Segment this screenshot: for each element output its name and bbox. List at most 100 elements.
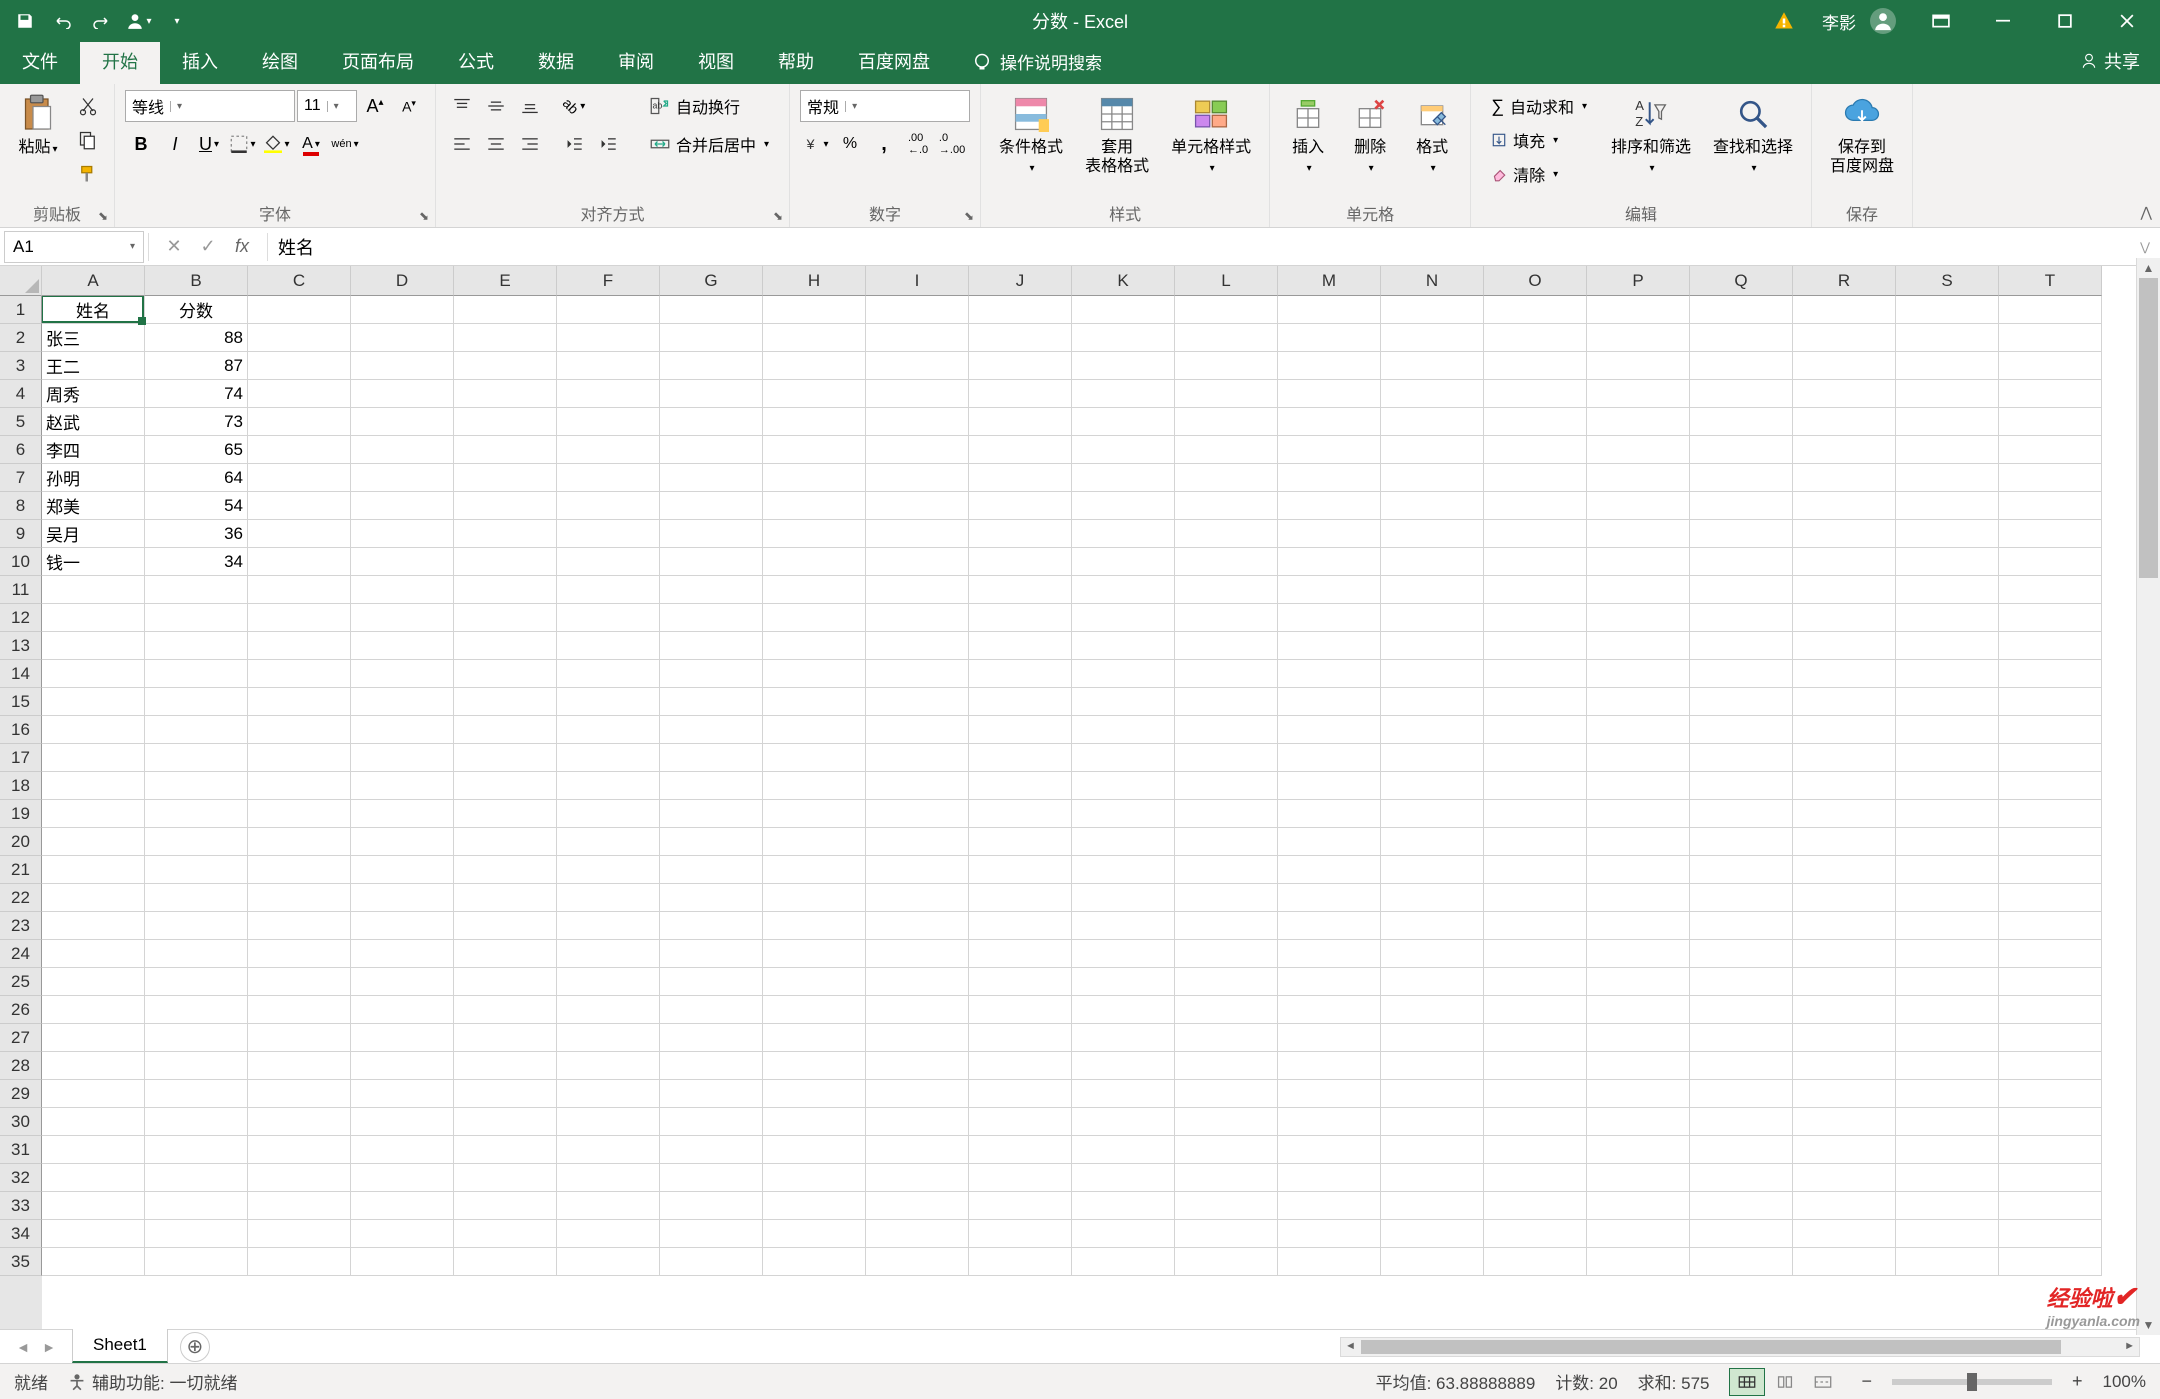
cell-F32[interactable] xyxy=(557,1164,660,1192)
cell-S15[interactable] xyxy=(1896,688,1999,716)
cell-J10[interactable] xyxy=(969,548,1072,576)
cell-P7[interactable] xyxy=(1587,464,1690,492)
cell-T11[interactable] xyxy=(1999,576,2102,604)
row-header-7[interactable]: 7 xyxy=(0,464,42,492)
cell-P31[interactable] xyxy=(1587,1136,1690,1164)
copy-icon[interactable] xyxy=(72,124,104,156)
cell-B33[interactable] xyxy=(145,1192,248,1220)
cell-L4[interactable] xyxy=(1175,380,1278,408)
cell-P2[interactable] xyxy=(1587,324,1690,352)
cell-E9[interactable] xyxy=(454,520,557,548)
cell-R31[interactable] xyxy=(1793,1136,1896,1164)
cell-K3[interactable] xyxy=(1072,352,1175,380)
cell-A25[interactable] xyxy=(42,968,145,996)
cell-K1[interactable] xyxy=(1072,296,1175,324)
cell-N34[interactable] xyxy=(1381,1220,1484,1248)
cell-P29[interactable] xyxy=(1587,1080,1690,1108)
cell-C35[interactable] xyxy=(248,1248,351,1276)
cell-P10[interactable] xyxy=(1587,548,1690,576)
scroll-right-icon[interactable]: ► xyxy=(2124,1340,2135,1352)
cell-B18[interactable] xyxy=(145,772,248,800)
cell-C8[interactable] xyxy=(248,492,351,520)
column-header-J[interactable]: J xyxy=(969,266,1072,296)
delete-cells-button[interactable]: 删除▾ xyxy=(1342,90,1398,180)
cell-F9[interactable] xyxy=(557,520,660,548)
expand-formula-icon[interactable]: ⋁ xyxy=(2130,240,2160,254)
cell-I27[interactable] xyxy=(866,1024,969,1052)
cell-R9[interactable] xyxy=(1793,520,1896,548)
cell-O25[interactable] xyxy=(1484,968,1587,996)
cell-D21[interactable] xyxy=(351,856,454,884)
cell-C33[interactable] xyxy=(248,1192,351,1220)
cell-N2[interactable] xyxy=(1381,324,1484,352)
row-header-35[interactable]: 35 xyxy=(0,1248,42,1276)
zoom-out-icon[interactable]: − xyxy=(1861,1371,1872,1392)
cell-L20[interactable] xyxy=(1175,828,1278,856)
cell-A22[interactable] xyxy=(42,884,145,912)
column-header-K[interactable]: K xyxy=(1072,266,1175,296)
cell-M11[interactable] xyxy=(1278,576,1381,604)
cell-A34[interactable] xyxy=(42,1220,145,1248)
row-header-14[interactable]: 14 xyxy=(0,660,42,688)
cell-M23[interactable] xyxy=(1278,912,1381,940)
cell-K6[interactable] xyxy=(1072,436,1175,464)
cell-L3[interactable] xyxy=(1175,352,1278,380)
cell-P6[interactable] xyxy=(1587,436,1690,464)
cell-L24[interactable] xyxy=(1175,940,1278,968)
share-button[interactable]: 共享 xyxy=(2060,38,2160,84)
cell-L28[interactable] xyxy=(1175,1052,1278,1080)
cell-R6[interactable] xyxy=(1793,436,1896,464)
cell-N10[interactable] xyxy=(1381,548,1484,576)
cell-E33[interactable] xyxy=(454,1192,557,1220)
cell-D6[interactable] xyxy=(351,436,454,464)
cell-P28[interactable] xyxy=(1587,1052,1690,1080)
cell-F12[interactable] xyxy=(557,604,660,632)
cell-C23[interactable] xyxy=(248,912,351,940)
cell-I5[interactable] xyxy=(866,408,969,436)
cell-N19[interactable] xyxy=(1381,800,1484,828)
cell-D24[interactable] xyxy=(351,940,454,968)
cell-S30[interactable] xyxy=(1896,1108,1999,1136)
cell-N25[interactable] xyxy=(1381,968,1484,996)
cell-A29[interactable] xyxy=(42,1080,145,1108)
cell-E6[interactable] xyxy=(454,436,557,464)
cell-N31[interactable] xyxy=(1381,1136,1484,1164)
cell-C6[interactable] xyxy=(248,436,351,464)
cell-A24[interactable] xyxy=(42,940,145,968)
cell-C25[interactable] xyxy=(248,968,351,996)
cell-Q7[interactable] xyxy=(1690,464,1793,492)
cell-B19[interactable] xyxy=(145,800,248,828)
cell-T28[interactable] xyxy=(1999,1052,2102,1080)
cell-E16[interactable] xyxy=(454,716,557,744)
underline-icon[interactable]: U▾ xyxy=(193,128,225,160)
cell-P11[interactable] xyxy=(1587,576,1690,604)
cell-H32[interactable] xyxy=(763,1164,866,1192)
column-header-B[interactable]: B xyxy=(145,266,248,296)
cell-S9[interactable] xyxy=(1896,520,1999,548)
cell-R26[interactable] xyxy=(1793,996,1896,1024)
cell-R16[interactable] xyxy=(1793,716,1896,744)
tab-insert[interactable]: 插入 xyxy=(160,38,240,84)
cell-O33[interactable] xyxy=(1484,1192,1587,1220)
cell-F15[interactable] xyxy=(557,688,660,716)
cell-A35[interactable] xyxy=(42,1248,145,1276)
cell-J26[interactable] xyxy=(969,996,1072,1024)
cell-L15[interactable] xyxy=(1175,688,1278,716)
cell-R22[interactable] xyxy=(1793,884,1896,912)
row-header-2[interactable]: 2 xyxy=(0,324,42,352)
cell-M5[interactable] xyxy=(1278,408,1381,436)
cell-P34[interactable] xyxy=(1587,1220,1690,1248)
cell-N5[interactable] xyxy=(1381,408,1484,436)
column-header-D[interactable]: D xyxy=(351,266,454,296)
cell-B5[interactable]: 73 xyxy=(145,408,248,436)
cell-R28[interactable] xyxy=(1793,1052,1896,1080)
cell-Q14[interactable] xyxy=(1690,660,1793,688)
increase-decimal-icon[interactable]: .00←.0 xyxy=(902,128,934,160)
cell-G25[interactable] xyxy=(660,968,763,996)
cell-L5[interactable] xyxy=(1175,408,1278,436)
cell-G20[interactable] xyxy=(660,828,763,856)
cell-F31[interactable] xyxy=(557,1136,660,1164)
formula-input[interactable]: 姓名 xyxy=(268,231,2130,263)
cell-J9[interactable] xyxy=(969,520,1072,548)
phonetic-icon[interactable]: wén▾ xyxy=(329,128,361,160)
